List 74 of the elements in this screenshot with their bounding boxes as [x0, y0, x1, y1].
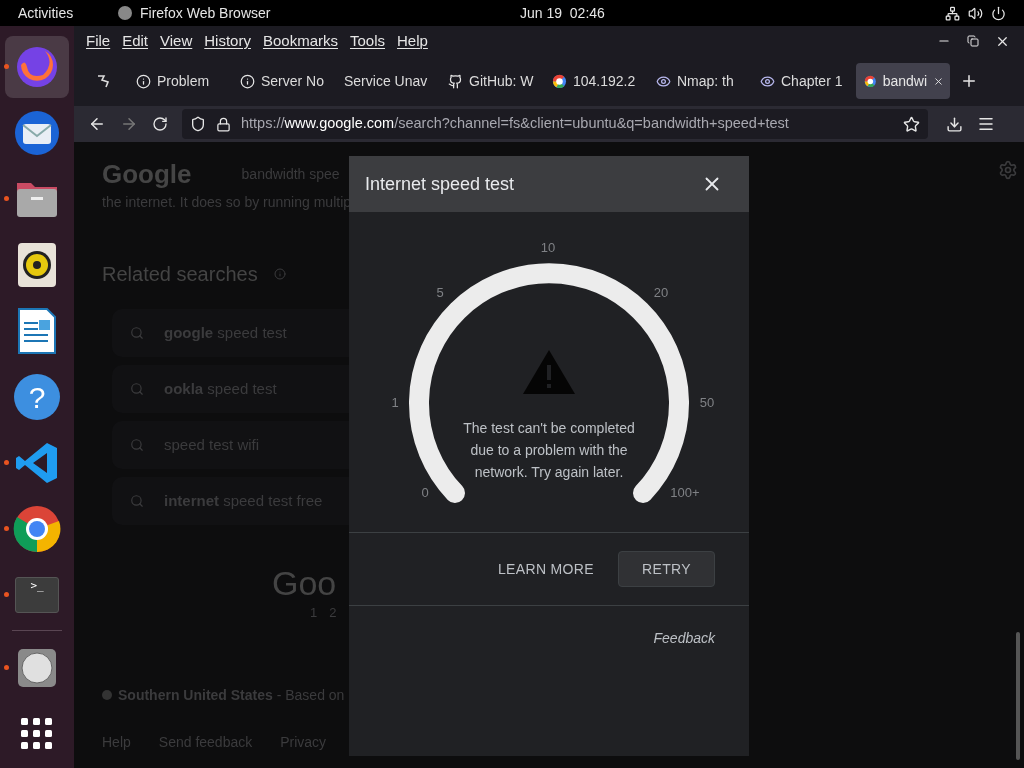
warning-icon	[521, 348, 577, 396]
browser-tab[interactable]: Server No	[232, 63, 336, 99]
gauge-label: 50	[699, 394, 715, 413]
browser-tab[interactable]: GitHub: W	[440, 63, 544, 99]
search-icon	[130, 326, 144, 340]
activities-button[interactable]: Activities	[18, 2, 118, 24]
forward-icon[interactable]	[120, 115, 138, 133]
browser-tab[interactable]: Problem	[128, 63, 232, 99]
search-icon	[130, 494, 144, 508]
volume-icon[interactable]	[968, 5, 983, 21]
dialog-title: Internet speed test	[365, 172, 515, 196]
gauge-label: 1	[391, 394, 399, 413]
info-icon	[240, 73, 255, 89]
squiggle-icon	[96, 73, 112, 89]
error-message: The test can't be completed due to a problem with the network. Try again later.	[462, 419, 636, 482]
info-icon	[136, 73, 151, 89]
gauge-label: 100+	[670, 484, 700, 503]
shield-icon[interactable]	[190, 116, 206, 132]
gauge-label: 0	[421, 484, 429, 503]
g-logo-icon	[864, 73, 877, 89]
g-logo-icon	[552, 73, 567, 89]
menu-item[interactable]: Edit	[116, 29, 155, 53]
browser-tab[interactable]: Nmap: th	[648, 63, 752, 99]
browser-tab[interactable]: Chapter 1	[752, 63, 856, 99]
code-editor-icon	[15, 441, 59, 485]
disk-icon	[18, 649, 56, 687]
menu-item[interactable]: File	[80, 29, 117, 53]
speaker-icon	[18, 243, 56, 287]
download-icon[interactable]	[946, 115, 963, 133]
back-icon[interactable]	[88, 115, 106, 133]
fox-globe-icon	[15, 45, 59, 89]
menu-icon[interactable]	[977, 115, 995, 133]
document-icon	[18, 308, 56, 354]
dock-item[interactable]: >_	[15, 577, 59, 613]
browser-icon	[13, 505, 61, 553]
menu-item[interactable]: Help	[391, 29, 434, 53]
browser-tab[interactable]: 104.192.2	[544, 63, 648, 99]
eye-icon	[760, 73, 775, 89]
mail-icon	[13, 109, 61, 157]
search-icon	[130, 438, 144, 452]
menu-item[interactable]: View	[154, 29, 199, 53]
browser-tab[interactable]: bandwi	[856, 63, 950, 99]
github-icon	[448, 73, 463, 89]
learn-more-button[interactable]: LEARN MORE	[497, 558, 594, 580]
app-name[interactable]: Firefox Web Browser	[140, 2, 520, 24]
search-icon	[130, 382, 144, 396]
dock-item[interactable]	[18, 243, 56, 287]
gauge-label: 10	[540, 239, 556, 258]
menu-item[interactable]: History	[198, 29, 257, 53]
retry-button[interactable]: RETRY	[618, 551, 715, 587]
dock-item[interactable]	[18, 308, 56, 354]
power-icon[interactable]	[991, 5, 1006, 21]
gauge-label: 20	[653, 284, 669, 303]
menu-item[interactable]: Tools	[344, 29, 391, 53]
scrollbar[interactable]	[1016, 632, 1020, 760]
clock[interactable]: Jun 19 02:46	[520, 2, 605, 24]
bookmark-star-icon[interactable]	[903, 115, 920, 133]
gauge-label: 5	[436, 284, 444, 303]
restore-icon[interactable]	[967, 35, 979, 47]
reload-icon[interactable]	[152, 116, 168, 132]
app-grid-icon	[21, 718, 53, 750]
app-icon	[118, 6, 132, 20]
dock-item[interactable]	[21, 718, 53, 750]
new-tab-icon[interactable]	[960, 72, 978, 90]
feedback-link[interactable]: Feedback	[653, 628, 715, 649]
dock-item[interactable]	[13, 505, 61, 553]
lock-icon[interactable]	[216, 116, 231, 132]
menu-item[interactable]: Bookmarks	[256, 29, 344, 53]
address-field[interactable]: https://www.google.com/search?channel=fs&client=ubuntu&q=bandwidth+speed+test	[182, 109, 928, 139]
eye-icon	[656, 73, 671, 89]
browser-tab[interactable]: Service Unav	[336, 63, 440, 99]
url-text: https://www.google.com/search?channel=fs&client=ubuntu&q=bandwidth+speed+test	[241, 114, 789, 134]
network-icon[interactable]	[945, 5, 960, 21]
dock-item[interactable]	[13, 109, 61, 157]
